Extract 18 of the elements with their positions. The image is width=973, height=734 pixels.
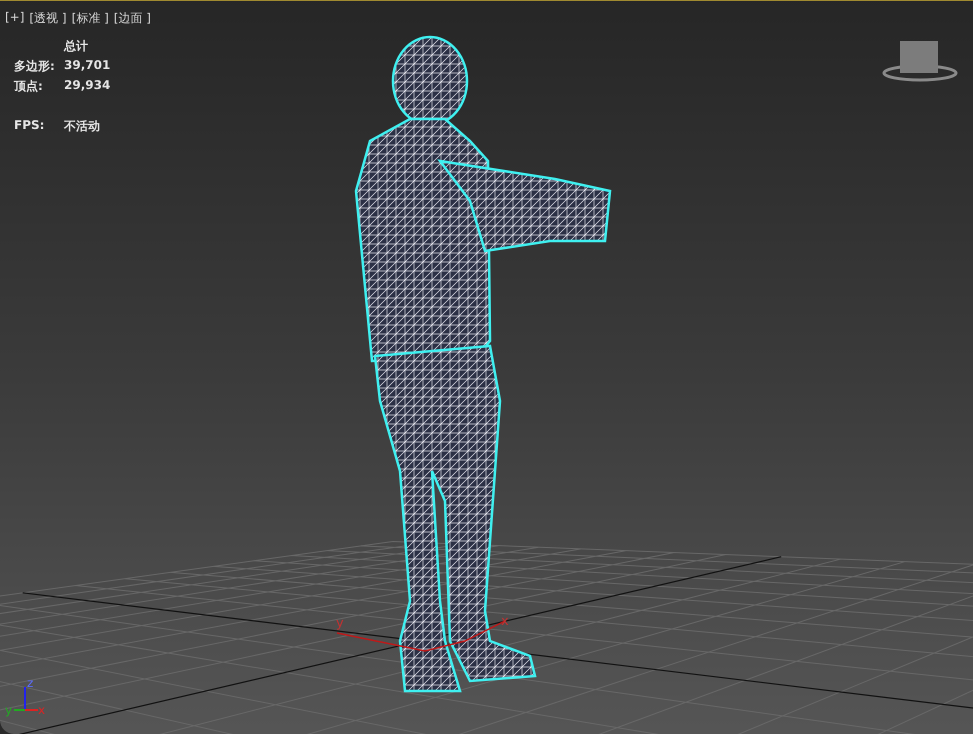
stat-label: 顶点:: [14, 78, 44, 95]
viewport-menu-label[interactable]: [+]: [5, 10, 24, 27]
viewport-menu-label[interactable]: [标准 ]: [72, 10, 109, 27]
fps-value: 不活动: [64, 118, 101, 135]
viewport-menu-label[interactable]: [边面 ]: [114, 10, 151, 27]
axis-x-label: x: [38, 703, 46, 717]
viewport-menu-label[interactable]: [透视 ]: [29, 10, 67, 27]
view-cube-icon[interactable]: [882, 41, 958, 82]
gizmo-y-label: y: [336, 616, 344, 631]
axis-tripod-icon: [14, 687, 38, 711]
axis-z-label: z: [27, 676, 34, 690]
stat-label: 多边形:: [14, 58, 56, 75]
stat-value: 39,701: [64, 58, 110, 74]
axis-y-label: y: [5, 703, 12, 717]
fps-label: FPS:: [14, 118, 46, 134]
gizmo-x-label: x: [501, 614, 509, 629]
stat-value: 29,934: [64, 78, 110, 94]
stats-header: 总计: [64, 38, 89, 55]
